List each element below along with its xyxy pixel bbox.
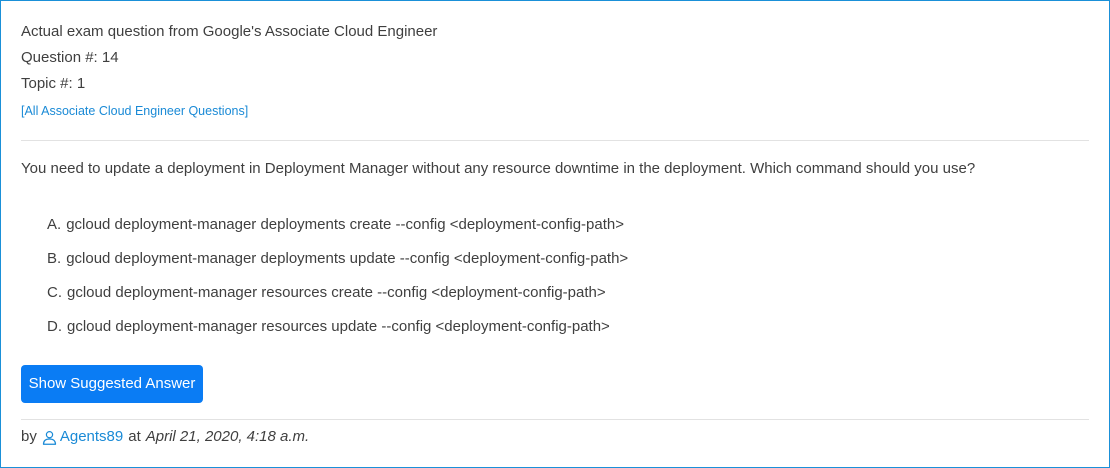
at-label: at: [128, 428, 141, 445]
footer-divider: [21, 419, 1089, 420]
question-card: Actual exam question from Google's Assoc…: [0, 0, 1110, 468]
choice-b[interactable]: B. gcloud deployment-manager deployments …: [47, 250, 628, 284]
author-name: Agents89: [59, 428, 124, 445]
author-link[interactable]: Agents89: [42, 428, 123, 446]
topic-number: Topic #: 1: [21, 75, 86, 92]
choice-d[interactable]: D. gcloud deployment-manager resources up…: [47, 318, 628, 352]
choice-letter: D.: [47, 318, 62, 335]
choice-c[interactable]: C. gcloud deployment-manager resources cr…: [47, 284, 628, 318]
choices-list: A. gcloud deployment-manager deployments …: [47, 216, 628, 352]
choice-letter: B.: [47, 250, 62, 267]
all-questions-link[interactable]: [All Associate Cloud Engineer Questions]: [21, 103, 248, 119]
choice-text: gcloud deployment-manager deployments cr…: [66, 216, 625, 233]
choice-text: gcloud deployment-manager resources upda…: [67, 318, 610, 335]
exam-title: Actual exam question from Google's Assoc…: [21, 23, 438, 40]
divider: [21, 140, 1089, 141]
show-suggested-answer-button[interactable]: Show Suggested Answer: [21, 365, 203, 403]
post-date: April 21, 2020, 4:18 a.m.: [145, 428, 310, 445]
by-label: by: [21, 428, 37, 445]
choice-text: gcloud deployment-manager resources crea…: [67, 284, 606, 301]
choice-letter: A.: [47, 216, 62, 233]
choice-text: gcloud deployment-manager deployments up…: [66, 250, 629, 267]
discussion-footer: by Agents89 at April 21, 2020, 4:18 a.m.: [21, 428, 309, 446]
choice-a[interactable]: A. gcloud deployment-manager deployments …: [47, 216, 628, 250]
choice-letter: C.: [47, 284, 62, 301]
user-icon: [42, 430, 56, 445]
question-text: You need to update a deployment in Deplo…: [21, 160, 976, 177]
question-number: Question #: 14: [21, 49, 119, 66]
